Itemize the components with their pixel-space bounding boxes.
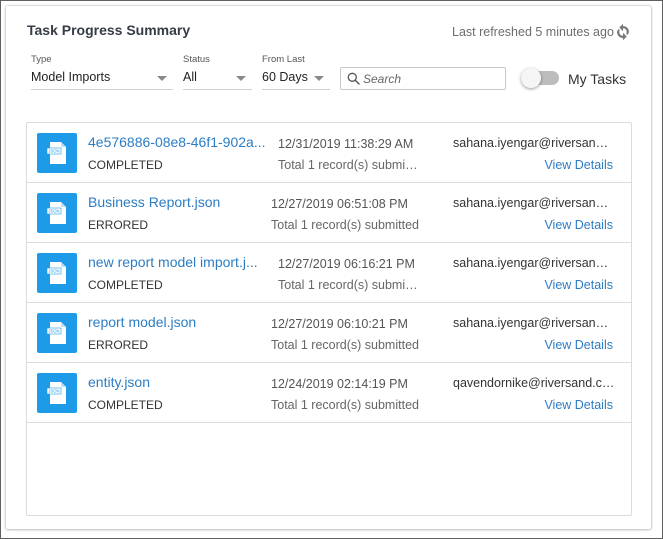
task-records: Total 1 record(s) submitted [271,398,419,412]
task-status: COMPLETED [88,398,163,412]
task-user-email: qavendornike@riversand.com [453,376,615,390]
chevron-down-icon [314,76,324,81]
view-details-link[interactable]: View Details [544,218,613,232]
last-refreshed-text: Last refreshed 5 minutes ago [452,25,614,39]
task-status: ERRORED [88,338,149,352]
task-records: Total 1 record(s) submitted [271,338,419,352]
task-row[interactable]: JSON report model.json ERRORED 12/27/201… [27,303,631,363]
json-file-icon: JSON [37,313,77,353]
task-date: 12/27/2019 06:10:21 PM [271,317,408,331]
task-user-email: sahana.iyengar@riversand.c... [453,256,615,270]
task-status: COMPLETED [88,158,163,172]
task-row[interactable]: JSON 4e576886-08e8-46f1-902a... COMPLETE… [27,123,631,183]
type-filter-value: Model Imports [31,70,111,84]
task-name-link[interactable]: entity.json [88,374,268,390]
json-icon-label: JSON [48,149,59,154]
search-icon [347,72,360,85]
refresh-icon[interactable] [614,23,632,41]
task-name-link[interactable]: report model.json [88,314,268,330]
task-records: Total 1 record(s) submitted [271,218,419,232]
view-details-link[interactable]: View Details [544,158,613,172]
task-name-link[interactable]: 4e576886-08e8-46f1-902a... [88,134,268,150]
task-status: COMPLETED [88,278,163,292]
task-row[interactable]: JSON entity.json COMPLETED 12/24/2019 02… [27,363,631,423]
json-file-icon: JSON [37,253,77,293]
json-file-icon: JSON [37,373,77,413]
status-filter-label: Status [183,54,210,65]
toggle-knob [521,68,541,88]
task-date: 12/27/2019 06:51:08 PM [271,197,408,211]
search-input[interactable] [363,70,501,87]
json-icon-label: JSON [48,389,59,394]
from-last-filter-select[interactable]: 60 Days [262,68,330,90]
task-status: ERRORED [88,218,149,232]
view-details-link[interactable]: View Details [544,398,613,412]
my-tasks-toggle[interactable] [521,68,559,88]
view-details-link[interactable]: View Details [544,338,613,352]
task-date: 12/24/2019 02:14:19 PM [271,377,408,391]
json-icon-label: JSON [48,329,59,334]
json-file-icon: JSON [37,193,77,233]
task-list: JSON 4e576886-08e8-46f1-902a... COMPLETE… [26,122,632,516]
task-row[interactable]: JSON Business Report.json ERRORED 12/27/… [27,183,631,243]
task-records: Total 1 record(s) submitted [278,158,418,172]
task-user-email: sahana.iyengar@riversand.c... [453,196,615,210]
from-last-filter-label: From Last [262,54,305,65]
task-date: 12/31/2019 11:38:29 AM [278,137,414,151]
type-filter-select[interactable]: Model Imports [31,68,173,90]
type-filter-label: Type [31,54,52,65]
task-name-link[interactable]: new report model import.j... [88,254,268,270]
chevron-down-icon [236,76,246,81]
task-records: Total 1 record(s) submitt... [278,278,418,292]
task-name-link[interactable]: Business Report.json [88,194,268,210]
task-user-email: sahana.iyengar@riversand.c... [453,136,615,150]
task-row[interactable]: JSON new report model import.j... COMPLE… [27,243,631,303]
my-tasks-label: My Tasks [568,71,627,87]
json-icon-label: JSON [48,269,59,274]
task-user-email: sahana.iyengar@riversand.c... [453,316,615,330]
json-file-icon: JSON [37,133,77,173]
status-filter-select[interactable]: All [183,68,252,90]
search-box [340,67,506,90]
panel-title: Task Progress Summary [27,22,191,38]
chevron-down-icon [157,76,167,81]
task-date: 12/27/2019 06:16:21 PM [278,257,415,271]
from-last-filter-value: 60 Days [262,70,308,84]
status-filter-value: All [183,70,197,84]
view-details-link[interactable]: View Details [544,278,613,292]
json-icon-label: JSON [48,209,59,214]
